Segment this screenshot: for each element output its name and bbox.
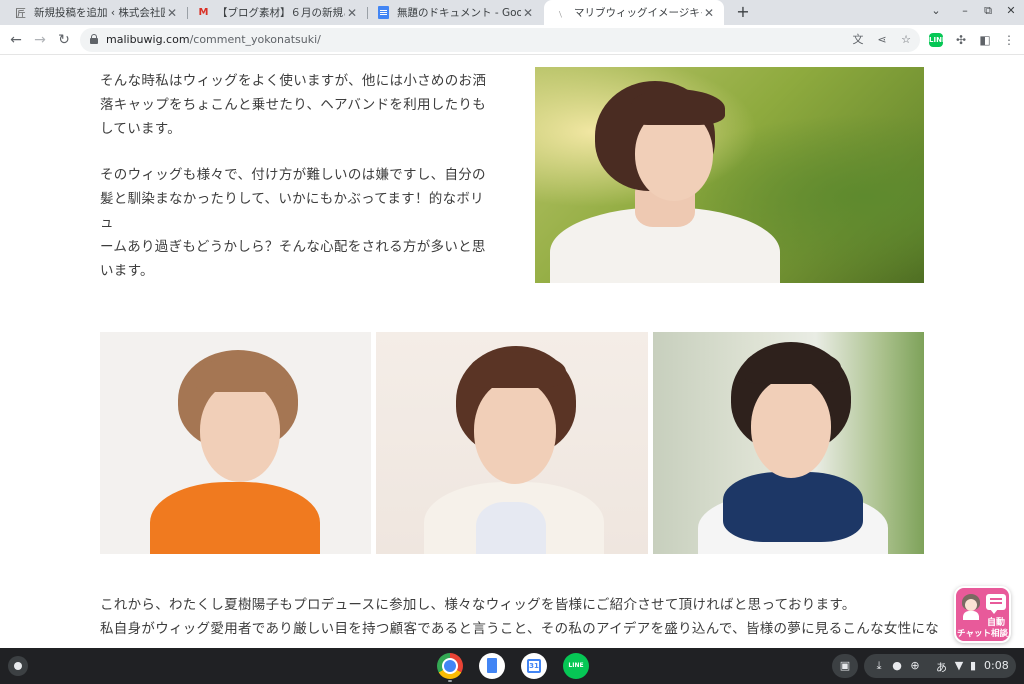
ime-indicator: あ bbox=[936, 661, 947, 674]
text-line: 落キャップをちょこんと乗せたり、ヘアバンドを利用したりも bbox=[100, 97, 486, 113]
text-line: これから、わたくし夏樹陽子もプロデュースに参加し、様々なウィッグを皆様にご紹介さ… bbox=[100, 597, 856, 613]
text-line: 私自身がウィッグ愛用者であり厳しい目を持つ顧客であると言うこと、その私のアイデア… bbox=[100, 621, 940, 637]
tote-icon: ▣ bbox=[839, 659, 851, 672]
text-line: 髪と馴染まなかったりして、いかにもかぶってます！的なボリュ bbox=[100, 191, 484, 231]
text-line: います。 bbox=[100, 263, 154, 279]
takumi-favicon: 匠 bbox=[15, 6, 26, 20]
download-icon: ⤓ bbox=[876, 659, 882, 672]
back-button[interactable]: ← bbox=[7, 31, 25, 49]
tab-title: 【ブログ素材】６月の新規ご bbox=[217, 7, 345, 19]
face bbox=[751, 378, 831, 478]
tab-new-post[interactable]: 匠 新規投稿を追加 ‹ 株式会社匠の ✕ bbox=[4, 0, 187, 25]
operator-avatar-icon bbox=[960, 594, 982, 620]
text-line: ームあり過ぎもどうかしら？そんな心配をされる方が多いと思 bbox=[100, 239, 486, 255]
bangs bbox=[470, 352, 566, 388]
face bbox=[200, 382, 280, 482]
status-area[interactable]: ⤓ ● ⊕ あ ▼ ▮ 0:08 bbox=[864, 654, 1016, 678]
docs-app-icon[interactable] bbox=[479, 653, 505, 679]
clock: 0:08 bbox=[984, 659, 1009, 672]
chat-bubble-icon bbox=[986, 594, 1006, 614]
tab-title: 新規投稿を追加 ‹ 株式会社匠の bbox=[34, 7, 165, 19]
os-shelf: ▣ ⤓ ● ⊕ あ ▼ ▮ 0:08 bbox=[0, 648, 1024, 684]
auto-chat-consult-button[interactable]: 自動 チャット相談 bbox=[954, 586, 1011, 643]
lock-icon bbox=[90, 34, 98, 44]
holding-space-button[interactable]: ▣ bbox=[832, 654, 858, 678]
tab-gmail[interactable]: M 【ブログ素材】６月の新規ご ✕ bbox=[187, 0, 367, 25]
tab-title: マリブウィッグイメージキャ bbox=[574, 7, 702, 19]
text-line: そのウィッグも様々で、付け方が難しいのは嫌ですし、自分の bbox=[100, 167, 486, 183]
malibu-icon: ﹨ bbox=[555, 9, 566, 20]
article-paragraph-3: これから、わたくし夏樹陽子もプロデュースに参加し、様々なウィッグを皆様にご紹介さ… bbox=[100, 593, 940, 641]
launcher-button[interactable] bbox=[8, 656, 28, 676]
docs-icon bbox=[377, 6, 390, 19]
bangs bbox=[745, 348, 841, 384]
text-line: しています。 bbox=[100, 121, 182, 137]
more-menu-icon[interactable]: ⋮ bbox=[1001, 32, 1017, 48]
bookmark-star-icon[interactable]: ☆ bbox=[898, 32, 914, 48]
minimize-button[interactable]: – bbox=[957, 4, 973, 17]
portrait-photo-scarf bbox=[653, 332, 924, 554]
address-bar[interactable]: malibuwig.com/comment_yokonatsuki/ 文 ⋖ ☆ bbox=[80, 28, 920, 52]
bangs bbox=[631, 89, 725, 125]
chat-label-consult: チャット相談 bbox=[957, 629, 1008, 639]
face bbox=[474, 380, 556, 484]
close-window-button[interactable]: ✕ bbox=[1003, 4, 1019, 17]
restore-button[interactable]: ⧉ bbox=[980, 4, 996, 18]
notification-icon: ● bbox=[892, 659, 902, 672]
close-icon[interactable]: ✕ bbox=[345, 6, 359, 20]
tab-strip: 匠 新規投稿を追加 ‹ 株式会社匠の ✕ M 【ブログ素材】６月の新規ご ✕ 無… bbox=[0, 0, 1024, 25]
wifi-icon: ▼ bbox=[954, 659, 964, 672]
portrait-photo-orange bbox=[100, 332, 371, 554]
add-circle-icon: ⊕ bbox=[910, 659, 920, 672]
tab-search-dropdown-icon[interactable]: ⌄ bbox=[928, 4, 944, 17]
article-paragraph-1: そんな時私はウィッグをよく使いますが、他には小さめのお洒 落キャップをちょこんと… bbox=[100, 69, 496, 141]
chrome-app-icon[interactable] bbox=[437, 653, 463, 679]
forward-button[interactable]: → bbox=[31, 31, 49, 49]
blouse bbox=[476, 502, 546, 554]
url-path: /comment_yokonatsuki/ bbox=[189, 33, 321, 46]
url-domain: malibuwig.com bbox=[106, 33, 190, 46]
portrait-photo-cream bbox=[376, 332, 648, 554]
portrait-photo-outdoor bbox=[535, 67, 924, 283]
new-tab-button[interactable]: + bbox=[733, 2, 753, 22]
close-icon[interactable]: ✕ bbox=[702, 6, 716, 20]
close-icon[interactable]: ✕ bbox=[165, 6, 179, 20]
extensions-puzzle-icon[interactable]: ✣ bbox=[953, 32, 969, 48]
tab-google-docs[interactable]: 無題のドキュメント - Google ✕ bbox=[367, 0, 543, 25]
close-icon[interactable]: ✕ bbox=[521, 6, 535, 20]
reload-button[interactable]: ↻ bbox=[55, 31, 73, 49]
tab-malibu-wig[interactable]: ﹨ マリブウィッグイメージキャ ✕ bbox=[544, 0, 724, 25]
translate-icon[interactable]: 文 bbox=[850, 32, 866, 48]
line-extension-icon[interactable]: LINE bbox=[929, 33, 947, 47]
gmail-icon: M bbox=[198, 7, 209, 18]
side-panel-icon[interactable]: ◧ bbox=[977, 32, 993, 48]
browser-toolbar: ← → ↻ malibuwig.com/comment_yokonatsuki/… bbox=[0, 25, 1024, 55]
line-app-icon[interactable] bbox=[563, 653, 589, 679]
navy-scarf bbox=[723, 472, 863, 542]
running-indicator bbox=[448, 680, 452, 682]
share-icon[interactable]: ⋖ bbox=[874, 32, 890, 48]
tab-title: 無題のドキュメント - Google bbox=[397, 7, 521, 19]
bangs bbox=[196, 358, 288, 392]
url-text[interactable]: malibuwig.com/comment_yokonatsuki/ bbox=[106, 33, 321, 46]
orange-sweater bbox=[150, 482, 320, 554]
calendar-app-icon[interactable] bbox=[521, 653, 547, 679]
text-line: そんな時私はウィッグをよく使いますが、他には小さめのお洒 bbox=[100, 73, 487, 89]
battery-icon: ▮ bbox=[969, 659, 977, 672]
page-content: そんな時私はウィッグをよく使いますが、他には小さめのお洒 落キャップをちょこんと… bbox=[0, 56, 1024, 648]
article-paragraph-2: そのウィッグも様々で、付け方が難しいのは嫌ですし、自分の 髪と馴染まなかったりし… bbox=[100, 163, 496, 283]
